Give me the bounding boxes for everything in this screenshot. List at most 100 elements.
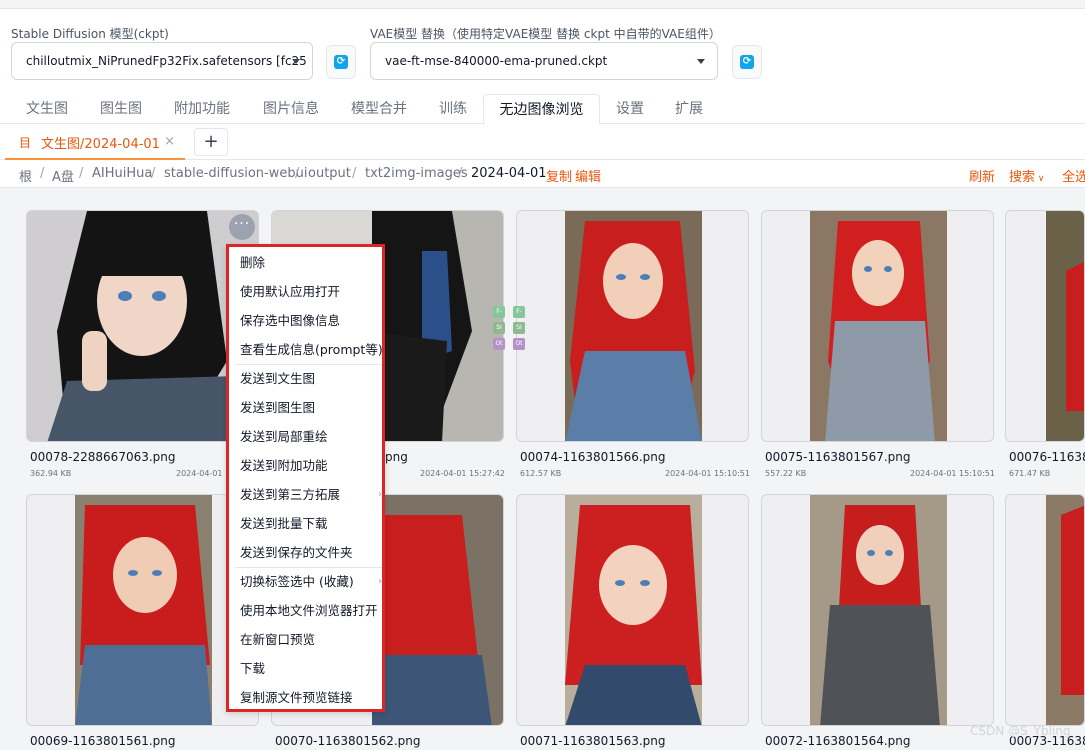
select-all-link[interactable]: 全选 — [1062, 166, 1085, 185]
image-date: 2024-04-01 15:10:51 — [910, 469, 995, 478]
menu-item-save-info[interactable]: 保存选中图像信息 — [240, 306, 380, 335]
tab-train[interactable]: 训练 — [430, 94, 476, 124]
browser-tab-label: 文生图/2024-04-01 — [41, 136, 160, 152]
image-size: 612.57 KB — [520, 469, 562, 478]
breadcrumb-item[interactable]: 根 — [19, 166, 32, 185]
menu-item-copy-preview-link[interactable]: 复制源文件预览链接 — [240, 683, 380, 712]
tab-txt2img[interactable]: 文生图 — [18, 94, 76, 124]
menu-item-label: 发送到第三方拓展 — [240, 487, 341, 502]
badge-ot[interactable]: Ot — [513, 338, 525, 350]
breadcrumb-separator: / — [458, 166, 463, 181]
image-card[interactable] — [516, 494, 749, 726]
breadcrumb-current: 2024-04-01 — [471, 166, 547, 181]
menu-item-download[interactable]: 下载 — [240, 654, 380, 683]
tab-extras[interactable]: 附加功能 — [165, 94, 239, 124]
breadcrumb-separator: / — [352, 166, 357, 181]
image-filename: 00069-1163801561.png — [30, 734, 176, 748]
image-card[interactable] — [26, 210, 259, 442]
breadcrumb-separator: / — [40, 166, 45, 181]
breadcrumb-separator: / — [295, 166, 300, 181]
menu-item-send-saved-folder[interactable]: 发送到保存的文件夹 — [240, 538, 380, 567]
breadcrumb: 根 / A盘 / AIHuiHua / stable-diffusion-web… — [0, 160, 1085, 188]
copy-path-link[interactable]: 复制 — [546, 166, 572, 185]
tab-extensions[interactable]: 扩展 — [667, 94, 711, 124]
menu-item-open-file-browser[interactable]: 使用本地文件浏览器打开 — [240, 596, 380, 625]
image-card[interactable] — [761, 210, 994, 442]
thumbnail-image — [565, 495, 702, 725]
main-tabs: 文生图 图生图 附加功能 图片信息 模型合并 训练 无边图像浏览 设置 扩展 — [0, 94, 1085, 125]
image-grid: 00078-2288667063.png 362.94 KB 2024-04-0… — [0, 188, 1085, 750]
breadcrumb-separator: / — [79, 166, 84, 181]
image-size: 362.94 KB — [30, 469, 72, 478]
image-card[interactable] — [26, 494, 259, 726]
breadcrumb-item[interactable]: txt2img-images — [365, 166, 468, 181]
menu-item-send-batch-download[interactable]: 发送到批量下载 — [240, 509, 380, 538]
menu-item-preview-new-window[interactable]: 在新窗口预览 — [240, 625, 380, 654]
refresh-icon: ⟳ — [740, 55, 754, 69]
thumbnail-image — [372, 495, 503, 725]
thumbnail-image — [810, 211, 947, 441]
badge-ot[interactable]: Ot — [493, 338, 505, 350]
menu-item-send-img2img[interactable]: 发送到图生图 — [240, 393, 380, 422]
image-card[interactable] — [761, 494, 994, 726]
image-card[interactable] — [1005, 210, 1085, 442]
close-icon[interactable]: × — [164, 134, 175, 149]
image-card[interactable] — [516, 210, 749, 442]
thumbnail-image — [810, 495, 947, 725]
menu-item-label: 切换标签选中 (收藏) — [240, 574, 354, 589]
more-options-button[interactable]: ··· — [229, 214, 255, 240]
search-link[interactable]: 搜索 ∨ — [1009, 166, 1044, 185]
vae-value: vae-ft-mse-840000-ema-pruned.ckpt — [385, 54, 608, 68]
image-size: 557.22 KB — [765, 469, 807, 478]
tab-png-info[interactable]: 图片信息 — [254, 94, 328, 124]
tab-infinite-browser[interactable]: 无边图像浏览 — [483, 94, 600, 125]
image-card[interactable] — [1005, 494, 1085, 726]
context-menu: 删除 使用默认应用打开 保存选中图像信息 查看生成信息(prompt等) 发送到… — [226, 244, 385, 712]
badge-f[interactable]: F- — [493, 306, 505, 318]
menu-item-send-txt2img[interactable]: 发送到文生图 — [240, 364, 380, 393]
image-filename: 00071-1163801563.png — [520, 734, 666, 748]
search-label: 搜索 — [1009, 170, 1036, 185]
folder-icon: 目 — [19, 135, 32, 150]
image-date: 2024-04-01 15:27:42 — [420, 469, 505, 478]
badge-f[interactable]: F- — [513, 306, 525, 318]
image-filename: png — [385, 450, 408, 464]
tab-img2img[interactable]: 图生图 — [92, 94, 150, 124]
model-refresh-button[interactable]: ⟳ — [326, 45, 356, 79]
menu-item-open-default[interactable]: 使用默认应用打开 — [240, 277, 380, 306]
image-filename: 00070-1163801562.png — [275, 734, 421, 748]
image-filename: 00072-1163801564.png — [765, 734, 911, 748]
badge-si[interactable]: SI — [493, 322, 505, 334]
chevron-right-icon: › — [378, 489, 382, 500]
refresh-link[interactable]: 刷新 — [969, 166, 995, 185]
tab-settings[interactable]: 设置 — [608, 94, 652, 124]
top-strip — [0, 0, 1085, 9]
menu-item-send-inpaint[interactable]: 发送到局部重绘 — [240, 422, 380, 451]
vae-dropdown[interactable]: vae-ft-mse-840000-ema-pruned.ckpt — [370, 42, 718, 80]
tab-merge[interactable]: 模型合并 — [342, 94, 416, 124]
add-tab-button[interactable]: + — [194, 128, 228, 156]
badge-si[interactable]: SI — [513, 322, 525, 334]
menu-item-toggle-tag[interactable]: 切换标签选中 (收藏) › — [240, 567, 382, 596]
chevron-down-icon — [697, 59, 705, 64]
thumbnail-image — [75, 495, 212, 725]
chevron-down-icon: ∨ — [1035, 174, 1045, 184]
menu-item-view-gen-info[interactable]: 查看生成信息(prompt等) — [240, 335, 383, 364]
vae-refresh-button[interactable]: ⟳ — [732, 45, 762, 79]
image-date: 2024-04-01 1 — [176, 469, 231, 478]
model-dropdown[interactable]: chilloutmix_NiPrunedFp32Fix.safetensors … — [11, 42, 313, 80]
browser-tabs: 目 文生图/2024-04-01 × — [0, 124, 1085, 160]
edit-path-link[interactable]: 编辑 — [575, 166, 601, 185]
menu-item-delete[interactable]: 删除 — [240, 248, 380, 277]
model-value: chilloutmix_NiPrunedFp32Fix.safetensors … — [26, 54, 307, 68]
breadcrumb-item[interactable]: A盘 — [52, 166, 74, 185]
browser-tab-active[interactable]: 目 文生图/2024-04-01 × — [5, 126, 185, 160]
menu-item-send-third-party[interactable]: 发送到第三方拓展 › — [240, 480, 382, 509]
breadcrumb-item[interactable]: AIHuiHua — [92, 166, 152, 181]
chevron-down-icon — [292, 59, 300, 64]
breadcrumb-item[interactable]: stable-diffusion-webui — [164, 166, 307, 181]
menu-item-send-extras[interactable]: 发送到附加功能 — [240, 451, 380, 480]
thumbnail-image — [565, 211, 702, 441]
breadcrumb-item[interactable]: output — [308, 166, 351, 181]
breadcrumb-separator: / — [151, 166, 156, 181]
